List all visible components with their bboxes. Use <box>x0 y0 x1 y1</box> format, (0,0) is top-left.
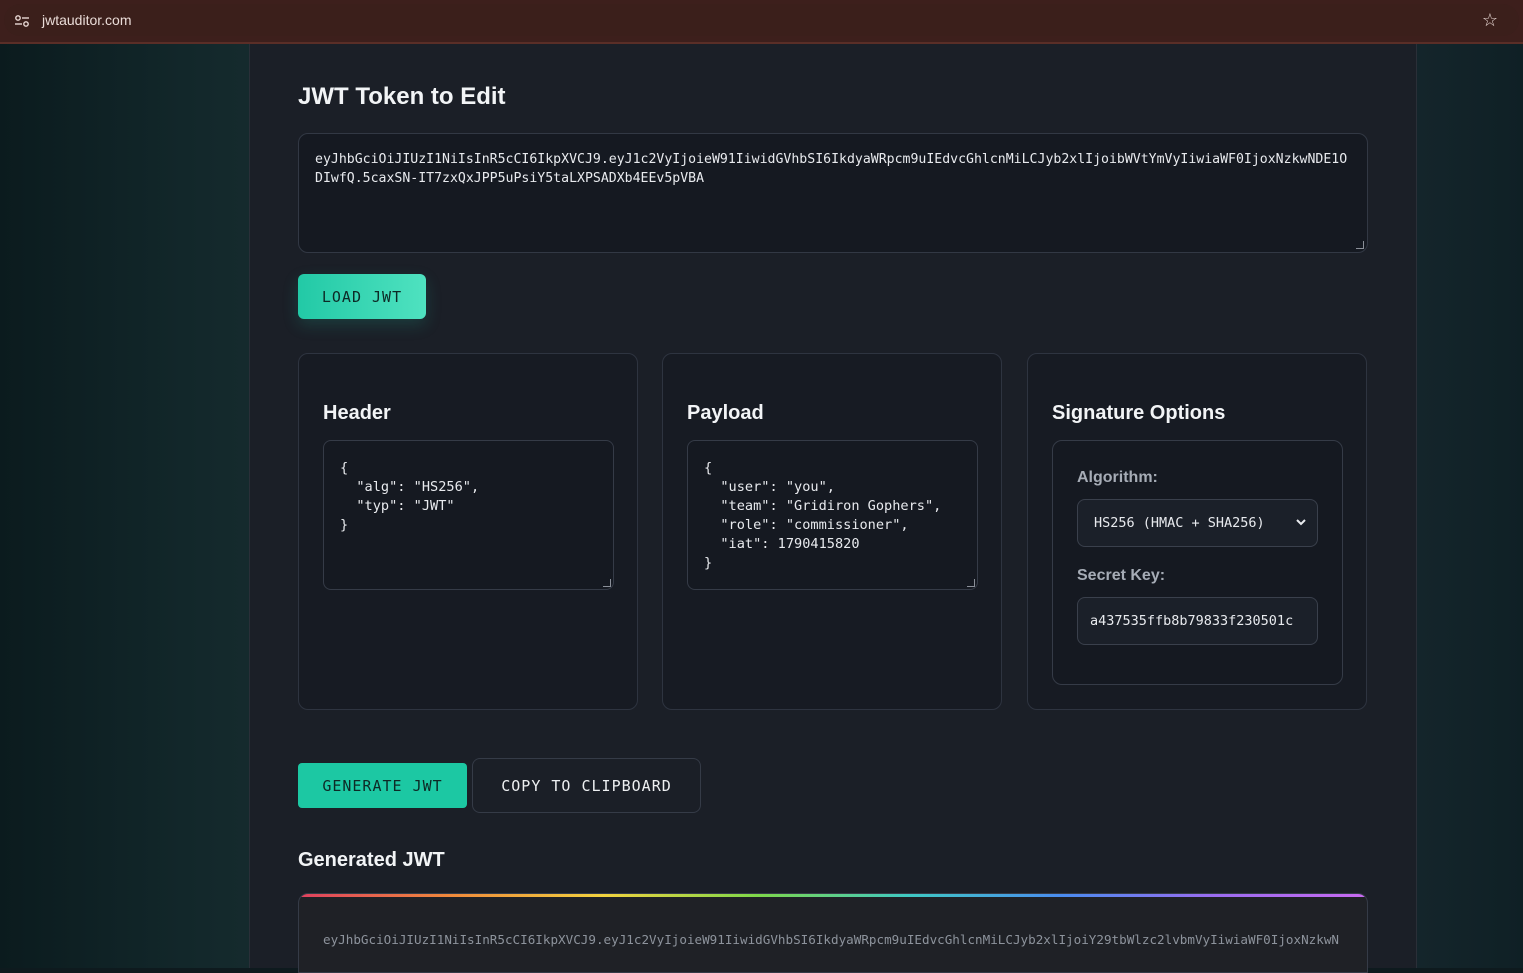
header-json-editor[interactable]: { "alg": "HS256", "typ": "JWT" } <box>323 440 614 590</box>
textarea-resize-handle[interactable] <box>1356 241 1364 249</box>
chevron-down-icon <box>1296 519 1306 526</box>
generated-jwt-output[interactable]: eyJhbGciOiJIUzI1NiIsInR5cCI6IkpXVCJ9.eyJ… <box>298 893 1368 973</box>
jwt-token-textarea[interactable]: eyJhbGciOiJIUzI1NiIsInR5cCI6IkpXVCJ9.eyJ… <box>298 133 1368 253</box>
algorithm-select-value: HS256 (HMAC + SHA256) <box>1094 515 1265 531</box>
generated-jwt-text: eyJhbGciOiJIUzI1NiIsInR5cCI6IkpXVCJ9.eyJ… <box>323 932 1339 947</box>
url-text[interactable]: jwtauditor.com <box>42 12 131 28</box>
rainbow-accent-bar <box>299 894 1367 897</box>
signature-panel: Signature Options Algorithm: HS256 (HMAC… <box>1027 353 1367 710</box>
address-bar[interactable]: jwtauditor.com ☆ <box>4 4 1519 36</box>
site-settings-icon[interactable] <box>14 14 30 28</box>
algorithm-label: Algorithm: <box>1077 469 1158 486</box>
header-resize-handle[interactable] <box>603 579 611 587</box>
header-panel: Header { "alg": "HS256", "typ": "JWT" } <box>298 353 638 710</box>
payload-resize-handle[interactable] <box>967 579 975 587</box>
load-jwt-button[interactable]: LOAD JWT <box>298 274 426 319</box>
secret-key-input[interactable]: a437535ffb8b79833f230501c <box>1077 597 1318 645</box>
signature-panel-title: Signature Options <box>1052 402 1226 424</box>
payload-panel: Payload { "user": "you", "team": "Gridir… <box>662 353 1002 710</box>
signature-options-box: Algorithm: HS256 (HMAC + SHA256) Secret … <box>1052 440 1343 685</box>
bookmark-star-icon[interactable]: ☆ <box>1481 11 1499 29</box>
copy-to-clipboard-button[interactable]: COPY TO CLIPBOARD <box>472 758 701 813</box>
header-panel-title: Header <box>323 402 391 424</box>
payload-panel-title: Payload <box>687 402 764 424</box>
secret-key-label: Secret Key: <box>1077 567 1166 584</box>
generated-jwt-title: Generated JWT <box>298 849 445 871</box>
browser-toolbar: jwtauditor.com ☆ <box>0 0 1523 44</box>
editor-title: JWT Token to Edit <box>298 83 506 110</box>
algorithm-select[interactable]: HS256 (HMAC + SHA256) <box>1077 499 1318 547</box>
payload-json-editor[interactable]: { "user": "you", "team": "Gridiron Gophe… <box>687 440 978 590</box>
generate-jwt-button[interactable]: GENERATE JWT <box>298 763 467 808</box>
